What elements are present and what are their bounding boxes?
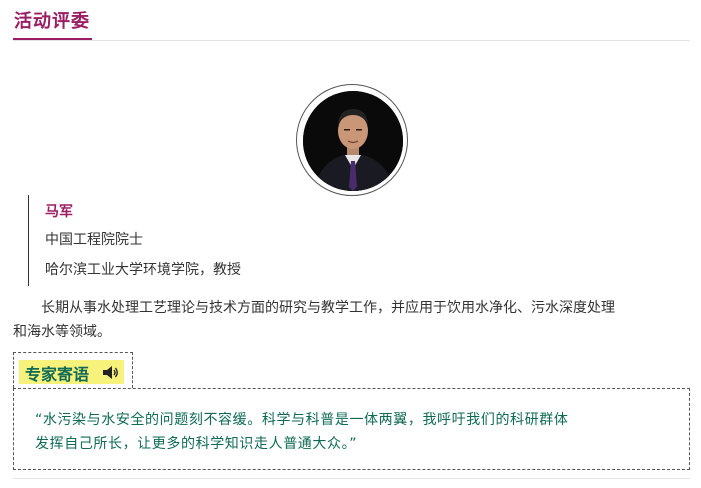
description-line-1: 长期从事水处理工艺理论与技术方面的研究与教学工作，并应用于饮用水净化、污水深度处…	[41, 300, 615, 316]
expert-message-label: 专家寄语	[25, 365, 90, 384]
section-title: 活动评委	[14, 11, 90, 32]
quote-line-1: “水污染与水安全的问题刻不容缓。科学与科普是一体两翼，我呼吁我们的科研群体	[35, 412, 569, 428]
quote-line-2: 发挥自己所长，让更多的科学知识走人普通大众。”	[35, 436, 358, 452]
judge-title-1: 中国工程院院士	[45, 232, 143, 248]
title-divider	[13, 40, 690, 41]
judge-name: 马军	[45, 204, 73, 220]
expert-quote-box: “水污染与水安全的问题刻不容缓。科学与科普是一体两翼，我呼吁我们的科研群体 发挥…	[13, 388, 690, 470]
judge-description: 长期从事水处理工艺理论与技术方面的研究与教学工作，并应用于饮用水净化、污水深度处…	[13, 296, 693, 344]
speaker-icon	[103, 366, 118, 379]
description-line-2: 和海水等领域。	[13, 324, 111, 340]
portrait-illustration	[303, 91, 403, 191]
judge-title-2: 哈尔滨工业大学环境学院，教授	[45, 262, 241, 278]
expert-message-tab: 专家寄语	[13, 352, 133, 388]
judge-portrait	[303, 91, 403, 191]
judge-bio: 马军 中国工程院院士 哈尔滨工业大学环境学院，教授	[28, 195, 349, 286]
bottom-divider	[13, 478, 690, 479]
